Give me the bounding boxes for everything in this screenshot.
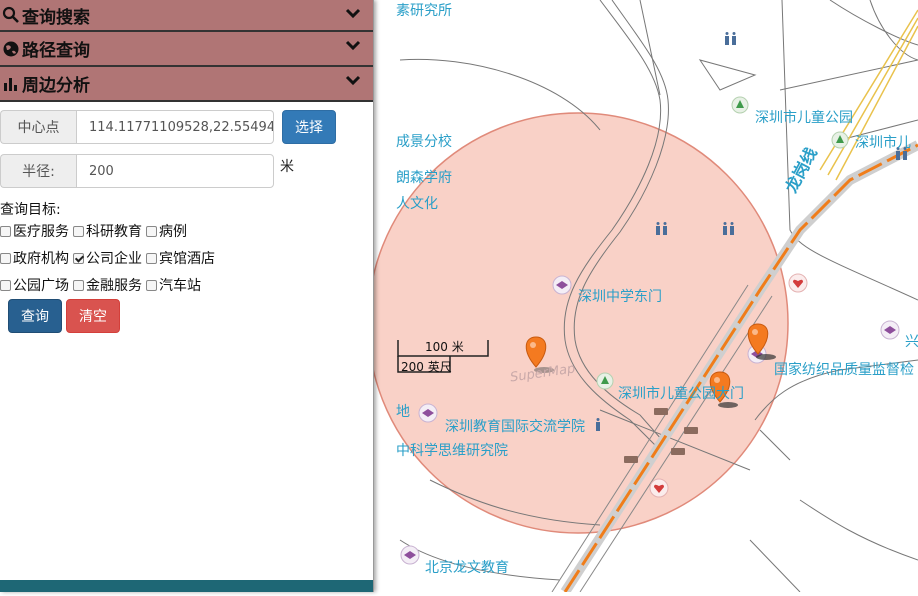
query-button[interactable]: 查询 [8, 299, 62, 333]
option-label: 公司企业 [86, 251, 142, 267]
accordion-buffer[interactable]: 周边分析 [0, 67, 373, 102]
map-label: 国家纺织品质量监督检 [774, 362, 914, 378]
radius-label: 半径: [0, 154, 76, 188]
bar-chart-icon [4, 77, 17, 91]
map-label: 深圳市儿童公园 [755, 110, 853, 126]
map-label: 深圳市儿童公园大门 [618, 386, 744, 402]
radius-group: 半径: 200 米 [0, 154, 294, 188]
center-point-group: 中心点 114.11771109528,22.55494 选择 [0, 110, 336, 144]
target-label: 查询目标: [0, 202, 61, 218]
target-row: 公园广场 金融服务 汽车站 [0, 275, 205, 295]
option-label: 宾馆酒店 [159, 251, 215, 267]
target-option[interactable]: 公园广场 [0, 275, 69, 295]
accordion-title: 查询搜索 [22, 7, 90, 28]
center-point-input[interactable]: 114.11771109528,22.55494 [76, 110, 274, 144]
map-label: 素研究所 [396, 3, 452, 19]
target-row: 医疗服务 科研教育 病例 [0, 221, 191, 241]
map-label: 地 [396, 404, 410, 420]
checkbox-checked[interactable] [73, 252, 84, 264]
accordion-title: 路径查询 [22, 41, 90, 61]
clear-button[interactable]: 清空 [66, 299, 120, 333]
radius-unit: 米 [280, 159, 294, 175]
option-label: 公园广场 [13, 278, 69, 294]
chevron-down-icon[interactable] [345, 75, 361, 87]
option-label: 医疗服务 [13, 224, 69, 240]
checkbox[interactable] [0, 252, 11, 264]
checkbox[interactable] [73, 225, 84, 237]
chevron-down-icon[interactable] [345, 8, 361, 20]
target-option[interactable]: 公司企业 [73, 248, 142, 268]
map-label: 兴 [905, 334, 918, 350]
map-label: 北京龙文教育 [425, 560, 509, 576]
scale-imperial: 200 英尺 [401, 360, 452, 374]
target-option[interactable]: 医疗服务 [0, 221, 69, 241]
map-label: 朗森学府 [396, 170, 452, 186]
globe-icon [3, 41, 19, 56]
option-label: 政府机构 [13, 251, 69, 267]
checkbox[interactable] [0, 279, 11, 291]
map-label: 深圳市儿 [855, 135, 911, 151]
accordion-route[interactable]: 路径查询 [0, 32, 373, 67]
checkbox[interactable] [73, 279, 84, 291]
select-point-button[interactable]: 选择 [282, 110, 336, 144]
checkbox[interactable] [0, 225, 11, 237]
checkbox[interactable] [146, 252, 157, 264]
option-label: 汽车站 [159, 278, 201, 294]
chevron-down-icon[interactable] [345, 40, 361, 52]
center-point-label: 中心点 [0, 110, 76, 144]
accordion-title: 周边分析 [22, 76, 90, 96]
target-option[interactable]: 科研教育 [73, 221, 142, 241]
radius-input[interactable]: 200 [76, 154, 274, 188]
target-option[interactable]: 金融服务 [73, 275, 142, 295]
action-buttons: 查询 清空 [8, 299, 120, 333]
target-option[interactable]: 病例 [146, 221, 187, 241]
target-option[interactable]: 政府机构 [0, 248, 69, 268]
option-label: 金融服务 [86, 278, 142, 294]
map-label: 深圳教育国际交流学院 [445, 419, 585, 435]
panel-footer-bar [0, 580, 373, 592]
map-label: 中科学思维研究院 [396, 443, 508, 459]
accordion-search[interactable]: 查询搜索 [0, 0, 373, 32]
map-label: 深圳中学东门 [578, 289, 662, 305]
target-option[interactable]: 宾馆酒店 [146, 248, 215, 268]
map-label: 成景分校 [396, 134, 452, 150]
side-panel: 查询搜索 路径查询 周边分析 中心点 114.11771109528,22.55… [0, 0, 374, 592]
option-label: 科研教育 [86, 224, 142, 240]
checkbox[interactable] [146, 225, 157, 237]
map-label: 人文化 [396, 196, 438, 212]
checkbox[interactable] [146, 279, 157, 291]
search-icon [2, 6, 19, 23]
option-label: 病例 [159, 224, 187, 240]
target-option[interactable]: 汽车站 [146, 275, 201, 295]
target-row: 政府机构 公司企业 宾馆酒店 [0, 248, 219, 268]
scale-metric: 100 米 [425, 340, 464, 354]
